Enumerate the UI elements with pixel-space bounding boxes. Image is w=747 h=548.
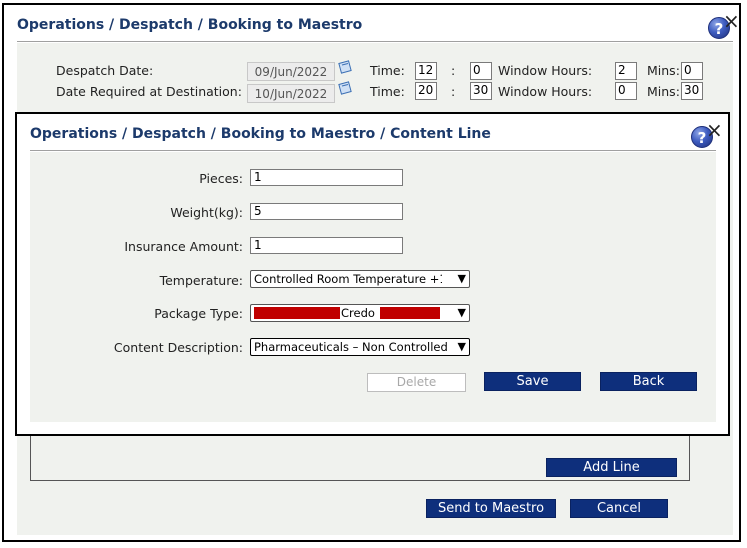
required-date-field[interactable]: 10/Jun/2022 [247,84,335,103]
pieces-input[interactable]: 1 [250,169,403,186]
insurance-amount-label: Insurance Amount: [124,239,243,254]
title-divider [17,41,733,42]
time-label-2: Time: [370,84,405,99]
delete-button[interactable]: Delete [367,373,466,392]
package-type-select[interactable]: Credo ▼ [250,304,470,322]
close-x-icon[interactable]: × [706,120,723,140]
time-hour-field-1[interactable]: 12 [415,62,437,80]
chevron-down-icon: ▼ [457,306,466,319]
window-hours-field-1[interactable]: 2 [615,62,637,80]
calendar-icon[interactable] [338,59,352,75]
back-button[interactable]: Back [600,372,697,391]
cancel-button[interactable]: Cancel [570,499,668,518]
insurance-amount-input[interactable]: 1 [250,237,403,254]
package-type-selected-value: Credo [341,306,375,320]
package-type-label: Package Type: [154,306,243,321]
chevron-down-icon: ▼ [457,340,466,353]
temperature-selected-value: Controlled Room Temperature +15C [254,272,442,286]
time-hour-field-2[interactable]: 20 [415,82,437,100]
window-mins-field-1[interactable]: 0 [681,62,703,80]
despatch-date-label: Despatch Date: [56,63,154,78]
content-description-selected-value: Pharmaceuticals – Non Controlled [254,340,448,354]
window-hours-field-2[interactable]: 0 [615,82,637,100]
content-description-label: Content Description: [113,340,243,355]
window-mins-field-2[interactable]: 30 [681,82,703,100]
pieces-label: Pieces: [199,171,243,186]
inner-dialog: Operations / Despatch / Booking to Maest… [15,112,730,436]
outer-dialog-title: Operations / Despatch / Booking to Maest… [17,17,363,33]
mins-label-1: Mins: [647,63,680,78]
inner-dialog-title: Operations / Despatch / Booking to Maest… [30,126,491,142]
close-x-icon[interactable]: × [723,11,740,31]
save-button[interactable]: Save [484,372,581,391]
content-description-select[interactable]: Pharmaceuticals – Non Controlled ▼ [250,338,470,356]
time-label-1: Time: [370,63,405,78]
redaction-block-left [254,307,340,319]
temperature-label: Temperature: [159,273,243,288]
time-separator-1: : [451,63,456,78]
send-to-maestro-button[interactable]: Send to Maestro [426,499,556,518]
calendar-icon[interactable] [338,80,352,96]
time-separator-2: : [451,84,456,99]
required-date-label: Date Required at Destination: [56,84,242,99]
time-minute-field-2[interactable]: 30 [470,82,492,100]
weight-label: Weight(kg): [170,205,243,220]
window-hours-label-1: Window Hours: [498,63,593,78]
despatch-date-field[interactable]: 09/Jun/2022 [247,62,335,81]
weight-input[interactable]: 5 [250,203,403,220]
inner-title-divider [30,150,716,151]
temperature-select[interactable]: Controlled Room Temperature +15C ▼ [250,270,470,288]
time-minute-field-1[interactable]: 0 [470,62,492,80]
add-line-button[interactable]: Add Line [546,458,677,477]
window-hours-label-2: Window Hours: [498,84,593,99]
chevron-down-icon: ▼ [457,272,466,285]
mins-label-2: Mins: [647,84,680,99]
redaction-block-right [380,307,440,319]
